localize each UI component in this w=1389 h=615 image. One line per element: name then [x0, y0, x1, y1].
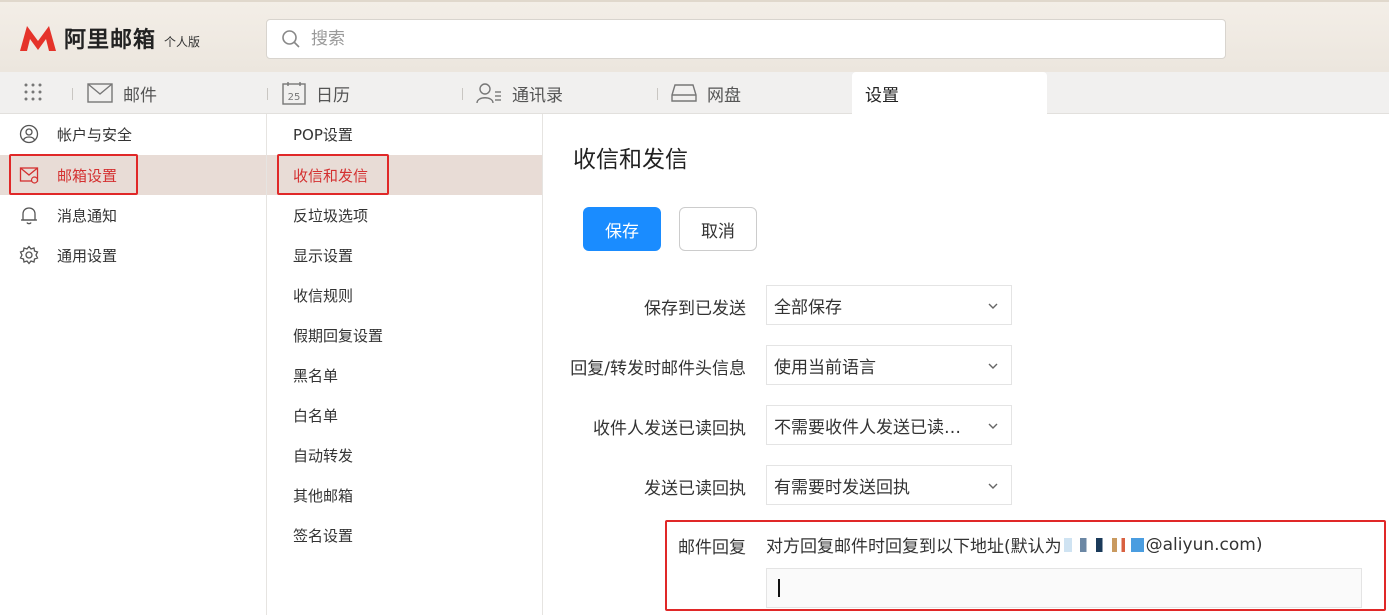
tab-mail[interactable]: 邮件 [87, 72, 157, 114]
settings-sidebar: 帐户与安全 邮箱设置 消息通知 通用设置 [0, 114, 267, 615]
top-nav: 邮件 25 日历 通讯录 网盘 设置 [0, 72, 1389, 114]
nav-divider [657, 88, 658, 100]
tab-calendar[interactable]: 25 日历 [282, 72, 350, 114]
reply-desc-suffix: @aliyun.com) [1145, 534, 1263, 555]
request-receipt-select[interactable]: 不需要收件人发送已读回执 [766, 405, 1012, 445]
reply-to-input[interactable] [766, 568, 1362, 608]
logo-name: 阿里邮箱 [64, 28, 157, 53]
tab-contacts-label: 通讯录 [512, 85, 563, 106]
sidebar-item-label: 通用设置 [57, 246, 118, 265]
tab-contacts[interactable]: 通讯录 [476, 72, 563, 114]
mail-icon [87, 83, 113, 103]
setting-label-send-receipt: 发送已读回执 [644, 479, 746, 499]
app-grid-icon[interactable] [23, 82, 43, 102]
cancel-button[interactable]: 取消 [679, 207, 757, 251]
setting-label-reply-to: 邮件回复 [678, 538, 746, 558]
tab-mail-label: 邮件 [123, 85, 157, 106]
tab-settings-label: 设置 [865, 85, 899, 106]
aliyun-mail-logo-icon [20, 26, 56, 51]
tab-drive[interactable]: 网盘 [671, 72, 741, 114]
select-value: 不需要收件人发送已读回执 [774, 417, 970, 438]
sidebar-item-notifications[interactable]: 消息通知 [0, 195, 266, 235]
subnav-item-display[interactable]: 显示设置 [267, 235, 542, 275]
tab-calendar-label: 日历 [316, 85, 350, 106]
contacts-icon [476, 83, 501, 104]
mail-settings-icon [19, 167, 39, 184]
subnav-item-other-mailbox[interactable]: 其他邮箱 [267, 475, 542, 515]
subnav-item-send-receive[interactable]: 收信和发信 [267, 155, 542, 195]
subnav-item-auto-forward[interactable]: 自动转发 [267, 435, 542, 475]
sidebar-item-account-security[interactable]: 帐户与安全 [0, 114, 266, 154]
subnav-item-pop[interactable]: POP设置 [267, 114, 542, 154]
calendar-icon: 25 [282, 82, 306, 105]
gear-icon [19, 245, 39, 265]
subnav-item-antispam[interactable]: 反垃圾选项 [267, 195, 542, 235]
sidebar-item-mailbox-settings[interactable]: 邮箱设置 [0, 155, 266, 195]
logo[interactable]: 阿里邮箱 个人版 [18, 22, 200, 54]
chevron-down-icon [988, 363, 998, 369]
save-button[interactable]: 保存 [583, 207, 661, 251]
setting-label-save-sent: 保存到已发送 [644, 299, 746, 319]
select-value: 有需要时发送回执 [774, 477, 910, 498]
select-value: 使用当前语言 [774, 357, 876, 378]
reply-to-description: 对方回复邮件时回复到以下地址(默认为 @aliyun.com) [766, 532, 1263, 558]
select-value: 全部保存 [774, 297, 842, 318]
calendar-icon-day: 25 [288, 92, 301, 103]
tab-settings[interactable]: 设置 [852, 72, 1047, 114]
search-input[interactable] [311, 29, 1191, 49]
sidebar-item-general-settings[interactable]: 通用设置 [0, 235, 266, 275]
reply-desc-prefix: 对方回复邮件时回复到以下地址(默认为 [766, 537, 1062, 557]
reply-header-select[interactable]: 使用当前语言 [766, 345, 1012, 385]
chevron-down-icon [988, 303, 998, 309]
chevron-down-icon [988, 483, 998, 489]
page-title: 收信和发信 [573, 147, 688, 173]
chevron-down-icon [988, 423, 998, 429]
text-caret [778, 579, 780, 597]
logo-edition: 个人版 [164, 34, 201, 49]
mailbox-settings-subnav: POP设置 收信和发信 反垃圾选项 显示设置 收信规则 假期回复设置 黑名单 白… [267, 114, 543, 615]
save-sent-select[interactable]: 全部保存 [766, 285, 1012, 325]
nav-divider [267, 88, 268, 100]
subnav-item-blacklist[interactable]: 黑名单 [267, 355, 542, 395]
setting-label-request-receipt: 收件人发送已读回执 [593, 419, 746, 439]
settings-main: 收信和发信 保存 取消 保存到已发送 全部保存 回复/转发时邮件头信息 使用当前… [543, 114, 1389, 615]
setting-label-reply-header: 回复/转发时邮件头信息 [570, 359, 746, 379]
sidebar-item-label: 帐户与安全 [57, 125, 133, 144]
drive-icon [671, 84, 697, 102]
app-header: 阿里邮箱 个人版 [0, 0, 1389, 72]
send-receipt-select[interactable]: 有需要时发送回执 [766, 465, 1012, 505]
sidebar-item-label: 邮箱设置 [57, 166, 118, 185]
nav-divider [462, 88, 463, 100]
tab-drive-label: 网盘 [707, 85, 741, 106]
search-icon [282, 30, 300, 48]
bell-icon [21, 207, 37, 225]
user-icon [19, 124, 39, 144]
sidebar-item-label: 消息通知 [57, 206, 118, 225]
nav-divider [72, 88, 73, 100]
redacted-address [1063, 537, 1144, 552]
subnav-item-vacation-reply[interactable]: 假期回复设置 [267, 315, 542, 355]
subnav-item-whitelist[interactable]: 白名单 [267, 395, 542, 435]
subnav-item-receive-rules[interactable]: 收信规则 [267, 275, 542, 315]
subnav-item-signature[interactable]: 签名设置 [267, 515, 542, 555]
search-box[interactable] [266, 19, 1226, 59]
